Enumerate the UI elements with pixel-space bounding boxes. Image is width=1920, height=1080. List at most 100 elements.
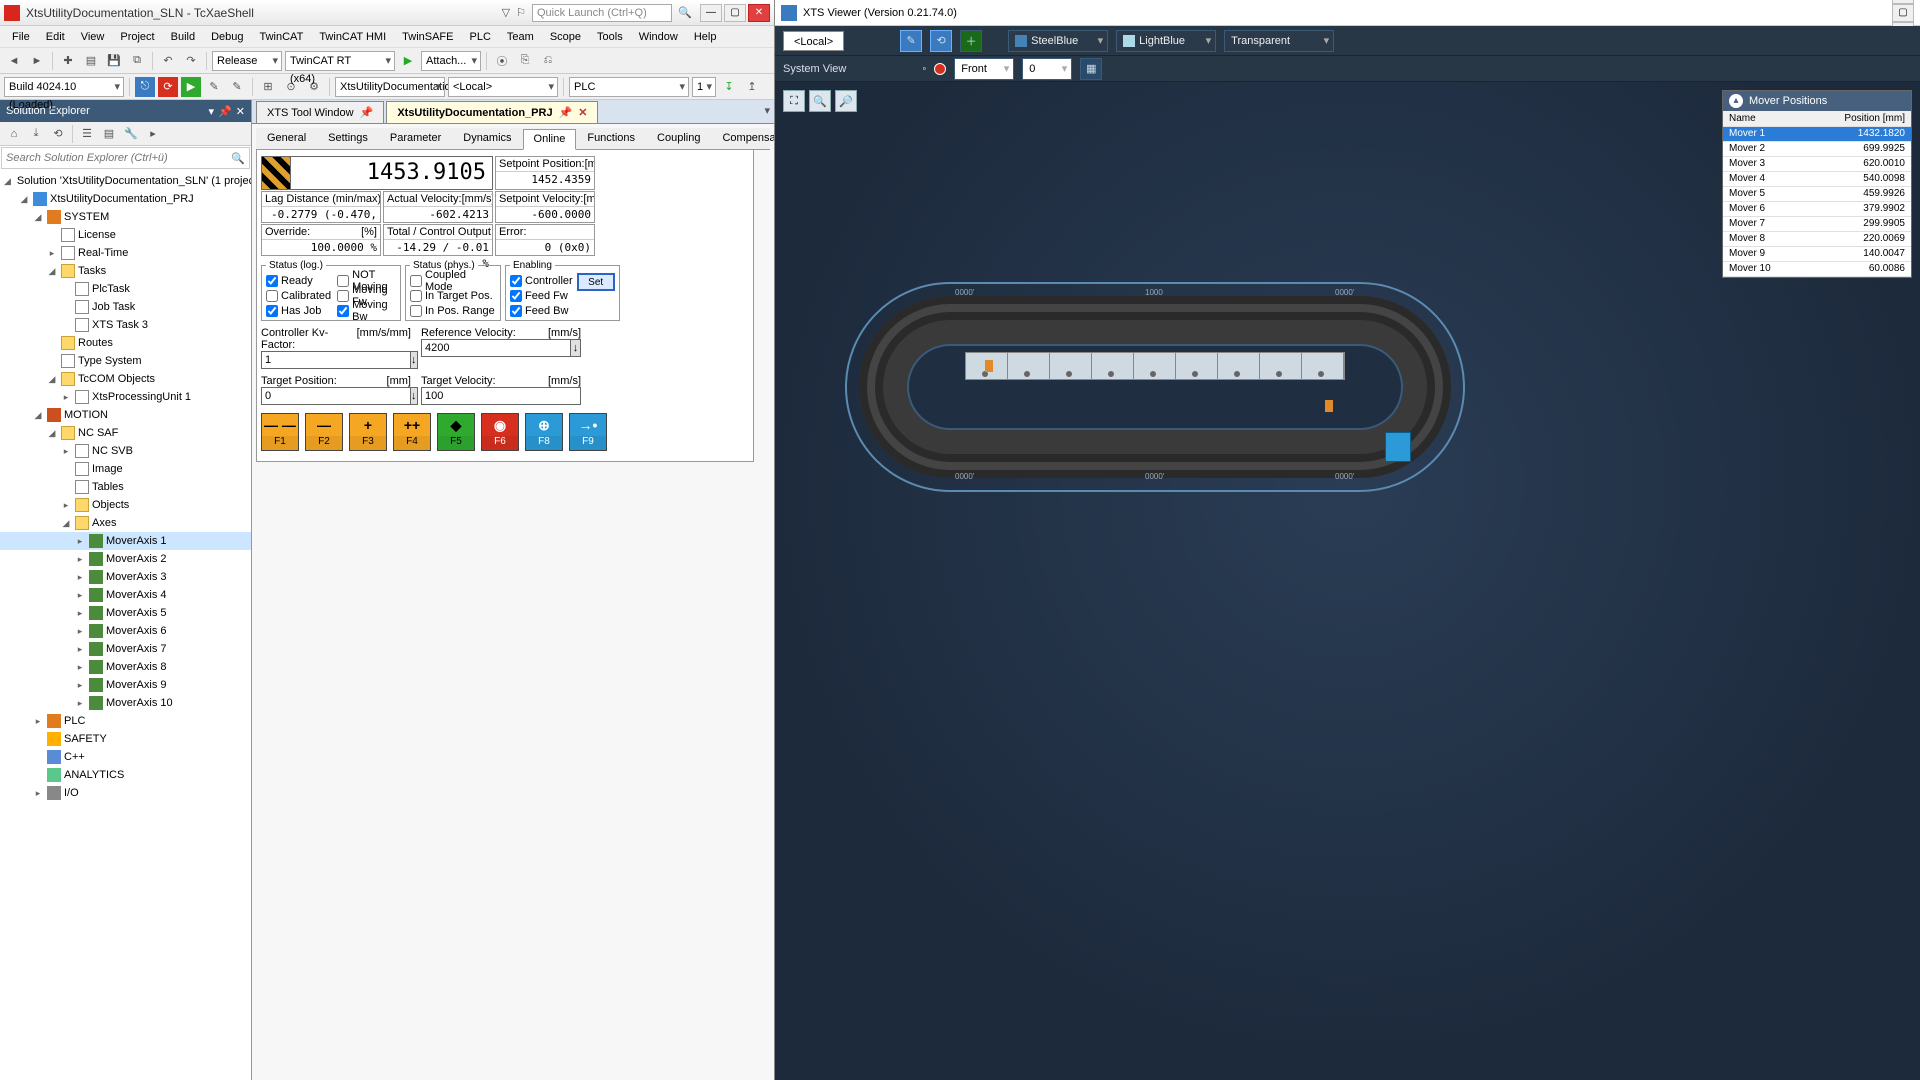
search-icon[interactable]: 🔍 <box>678 6 692 20</box>
tree-node[interactable]: ▸MoverAxis 10 <box>0 694 251 712</box>
ptab-general[interactable]: General <box>256 128 317 149</box>
color1-select[interactable]: SteelBlue <box>1008 30 1108 52</box>
chk-feedbw[interactable] <box>510 305 522 317</box>
tree-node[interactable]: ▸MoverAxis 7 <box>0 640 251 658</box>
target-select[interactable]: TwinCAT RT (x64) <box>285 51 395 71</box>
ptab-settings[interactable]: Settings <box>317 128 379 149</box>
viewer-canvas[interactable]: ⛶ 🔍 🔎 ▴Mover Positions NamePosition [mm]… <box>775 82 1920 1080</box>
wrench-icon[interactable]: 🔧 <box>121 124 141 144</box>
mover-row[interactable]: Mover 6379.9902 <box>1723 201 1911 216</box>
mover-row[interactable]: Mover 2699.9925 <box>1723 141 1911 156</box>
fkey-f5[interactable]: ◆F5 <box>437 413 475 451</box>
search-icon[interactable]: 🔍 <box>231 152 245 165</box>
chk-calibrated[interactable] <box>266 290 278 302</box>
tree-node[interactable]: Type System <box>0 352 251 370</box>
color2-select[interactable]: LightBlue <box>1116 30 1216 52</box>
mover-row[interactable]: Mover 5459.9926 <box>1723 186 1911 201</box>
mover-row[interactable]: Mover 7299.9905 <box>1723 216 1911 231</box>
chk-feedfw[interactable] <box>510 290 522 302</box>
grid-icon[interactable]: ▦ <box>1080 58 1102 80</box>
run-icon[interactable]: ▶ <box>181 77 201 97</box>
attach-select[interactable]: Attach... <box>421 51 481 71</box>
tab-pin-icon[interactable]: 📌 <box>559 106 573 119</box>
tree-node[interactable]: XTS Task 3 <box>0 316 251 334</box>
menu-help[interactable]: Help <box>686 29 725 45</box>
zero-select[interactable]: 0 <box>1022 58 1072 80</box>
menu-build[interactable]: Build <box>163 29 203 45</box>
zoom-out-icon[interactable]: 🔎 <box>835 90 857 112</box>
viewer-local[interactable]: <Local> <box>783 31 844 51</box>
nav-fwd-icon[interactable]: ► <box>27 51 47 71</box>
one-select[interactable]: 1 <box>692 77 716 97</box>
menu-plc[interactable]: PLC <box>462 29 499 45</box>
ptab-coupling[interactable]: Coupling <box>646 128 711 149</box>
chk-movingfw[interactable] <box>337 290 349 302</box>
tab-doc-prj[interactable]: XtsUtilityDocumentation_PRJ📌✕ <box>386 101 598 123</box>
menu-tools[interactable]: Tools <box>589 29 631 45</box>
zoom-fit-icon[interactable]: ⛶ <box>783 90 805 112</box>
chk-intarget[interactable] <box>410 290 422 302</box>
tree-node[interactable]: License <box>0 226 251 244</box>
menu-twincat[interactable]: TwinCAT <box>252 29 312 45</box>
build-select[interactable]: Build 4024.10 (Loaded) <box>4 77 124 97</box>
tree-node[interactable]: ▸Real-Time <box>0 244 251 262</box>
solexp-search-input[interactable] <box>6 152 231 164</box>
tabs-dropdown-icon[interactable]: ▾ <box>764 104 770 117</box>
tree-node[interactable]: ◢TcCOM Objects <box>0 370 251 388</box>
undo-icon[interactable]: ↶ <box>158 51 178 71</box>
target-pos-input[interactable] <box>261 387 411 405</box>
more-icon[interactable]: ▸ <box>143 124 163 144</box>
fkey-f4[interactable]: ++F4 <box>393 413 431 451</box>
mover-row[interactable]: Mover 8220.0069 <box>1723 231 1911 246</box>
mode1-icon[interactable]: ✎ <box>900 30 922 52</box>
set-button[interactable]: Set <box>577 273 615 291</box>
misc6-icon[interactable]: ⊞ <box>258 77 278 97</box>
tree-node[interactable]: ▸MoverAxis 8 <box>0 658 251 676</box>
tree-node[interactable]: ▸MoverAxis 2 <box>0 550 251 568</box>
menu-twincathmi[interactable]: TwinCAT HMI <box>311 29 394 45</box>
tree-node[interactable]: ▸MoverAxis 3 <box>0 568 251 586</box>
tree-node[interactable]: Job Task <box>0 298 251 316</box>
tab-pin-icon[interactable]: 📌 <box>360 106 374 119</box>
tree-node[interactable]: ▸XtsProcessingUnit 1 <box>0 388 251 406</box>
mover-row[interactable]: Mover 1060.0086 <box>1723 261 1911 276</box>
tree-node[interactable]: ▸MoverAxis 5 <box>0 604 251 622</box>
ptab-functions[interactable]: Functions <box>576 128 646 149</box>
tree-node[interactable]: ▸MoverAxis 1 <box>0 532 251 550</box>
tree-node[interactable]: ▸MoverAxis 6 <box>0 622 251 640</box>
view-select[interactable]: Front <box>954 58 1014 80</box>
misc3-icon[interactable]: ⎌ <box>538 51 558 71</box>
tree-node[interactable]: SAFETY <box>0 730 251 748</box>
collapse-icon[interactable]: ⤓ <box>26 124 46 144</box>
tree-node[interactable]: ◢Axes <box>0 514 251 532</box>
ptab-compensation[interactable]: Compensation <box>711 128 774 149</box>
redo-icon[interactable]: ↷ <box>181 51 201 71</box>
mover-row[interactable]: Mover 9140.0047 <box>1723 246 1911 261</box>
open-icon[interactable]: ▤ <box>81 51 101 71</box>
menu-file[interactable]: File <box>4 29 38 45</box>
tree-node[interactable]: ◢SYSTEM <box>0 208 251 226</box>
tree-node[interactable]: ▸MoverAxis 9 <box>0 676 251 694</box>
fkey-f8[interactable]: ⊕F8 <box>525 413 563 451</box>
viewer-maximize-button[interactable]: ▢ <box>1892 4 1914 22</box>
add-icon[interactable]: ＋ <box>960 30 982 52</box>
chk-notmoving[interactable] <box>337 275 349 287</box>
tree-node[interactable]: PlcTask <box>0 280 251 298</box>
chk-controller[interactable] <box>510 275 522 287</box>
misc1-icon[interactable]: ⦿ <box>492 51 512 71</box>
tree-node[interactable]: ◢NC SAF <box>0 424 251 442</box>
chk-ready[interactable] <box>266 275 278 287</box>
qs-icon1[interactable]: ▽ <box>502 6 510 19</box>
tab-xts-tool[interactable]: XTS Tool Window📌 <box>256 101 384 123</box>
minimize-button[interactable]: — <box>700 4 722 22</box>
save-icon[interactable]: 💾 <box>104 51 124 71</box>
zoom-in-icon[interactable]: 🔍 <box>809 90 831 112</box>
loc-select[interactable]: <Local> <box>448 77 558 97</box>
solexp-search[interactable]: 🔍 <box>1 147 250 169</box>
tree-node[interactable]: Routes <box>0 334 251 352</box>
kv-factor-input[interactable] <box>261 351 411 369</box>
chk-hasjob[interactable] <box>266 305 278 317</box>
activate-icon[interactable]: ⎋ <box>135 77 155 97</box>
menu-window[interactable]: Window <box>631 29 686 45</box>
solexp-pin-icon[interactable]: 📌 <box>218 105 232 118</box>
